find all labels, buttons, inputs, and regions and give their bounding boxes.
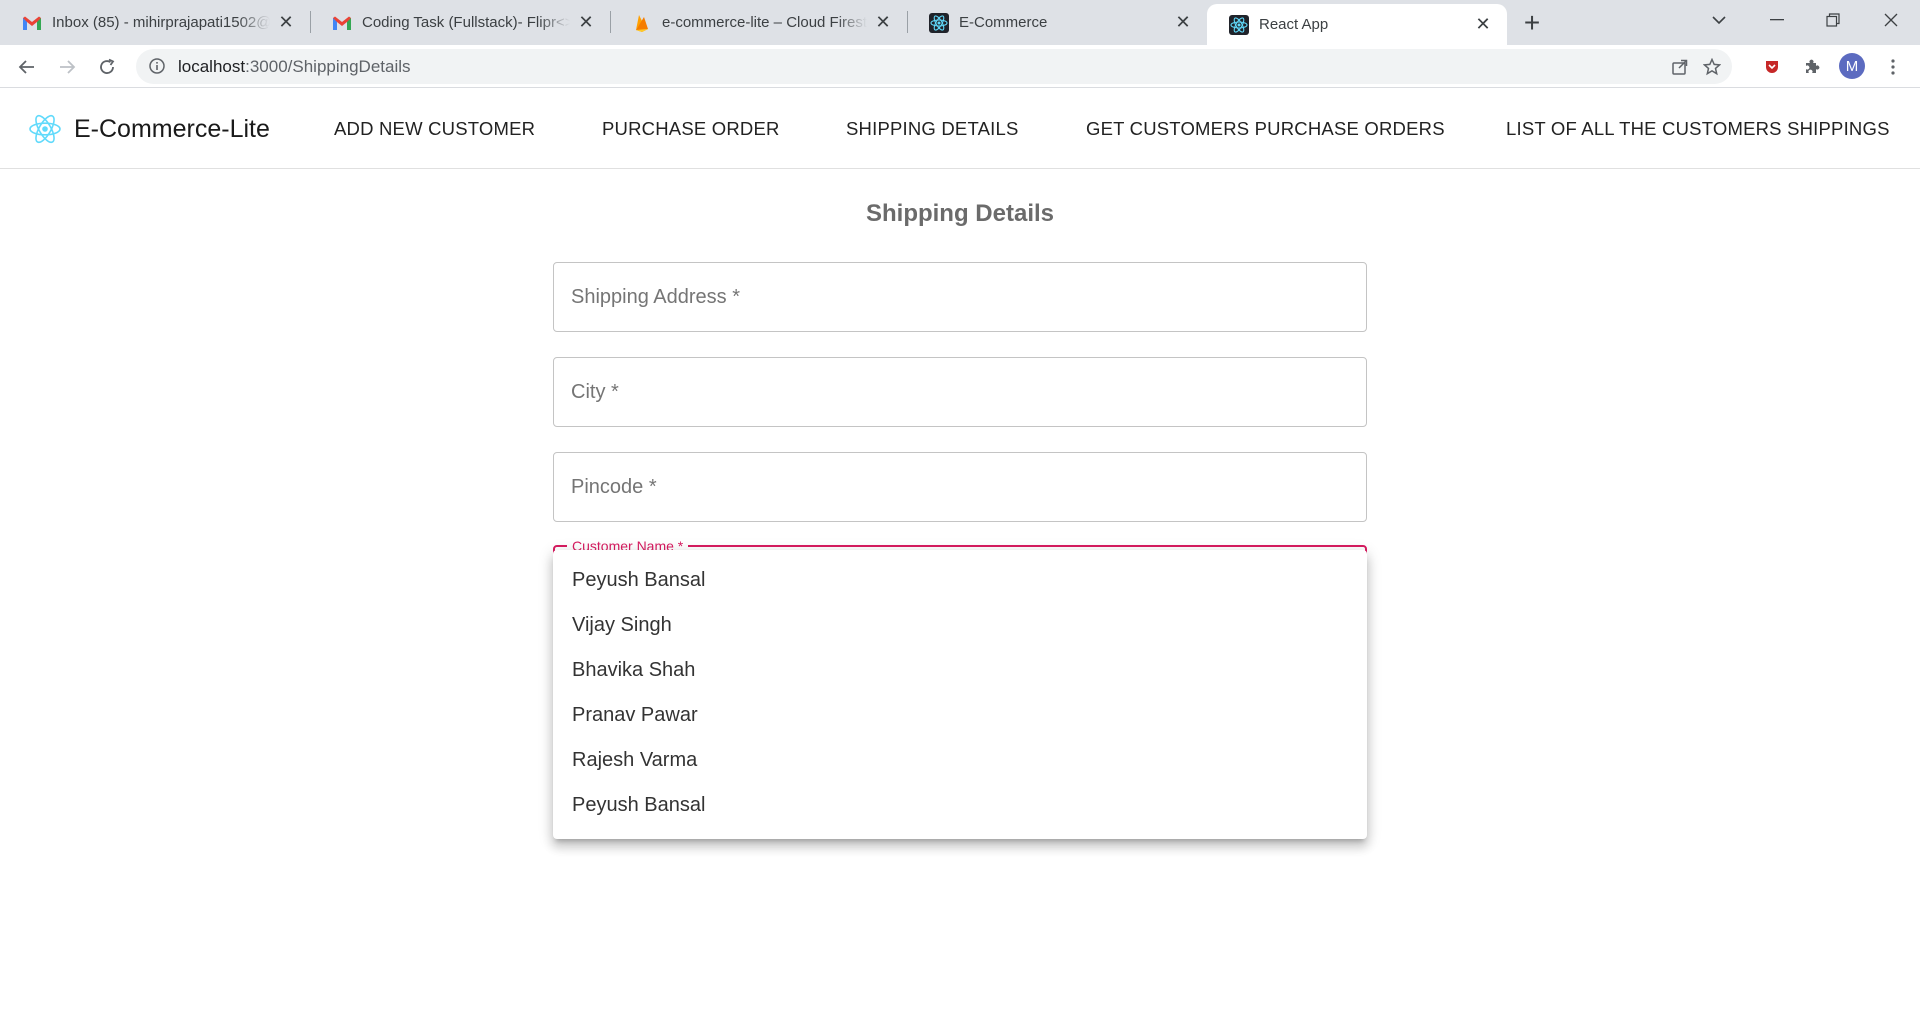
- browser-tab-ecommerce[interactable]: E-Commerce ✕: [907, 0, 1207, 45]
- browser-tab-inbox[interactable]: Inbox (85) - mihirprajapati1502@ ✕: [0, 0, 310, 45]
- customer-name-dropdown: Peyush Bansal Vijay Singh Bhavika Shah P…: [553, 550, 1367, 839]
- nav-list-customers-shippings[interactable]: LIST OF ALL THE CUSTOMERS SHIPPINGS: [1506, 89, 1890, 169]
- dropdown-option[interactable]: Vijay Singh: [553, 603, 1367, 648]
- window-close-icon[interactable]: [1866, 0, 1916, 40]
- browser-tab-coding-task[interactable]: Coding Task (Fullstack)- Flipr<> E ✕: [310, 0, 610, 45]
- browser-tab-strip: Inbox (85) - mihirprajapati1502@ ✕ Codin…: [0, 0, 1920, 45]
- page-title: Shipping Details: [865, 200, 1054, 227]
- tab-title: E-Commerce: [959, 14, 1048, 31]
- city-field[interactable]: City *: [553, 357, 1367, 427]
- url-path: :3000/ShippingDetails: [245, 57, 411, 76]
- react-logo-icon: [29, 114, 61, 144]
- brand-name: E-Commerce-Lite: [74, 114, 270, 143]
- share-icon[interactable]: [1664, 51, 1696, 83]
- url-text: localhost:3000/ShippingDetails: [178, 49, 411, 84]
- shipping-address-placeholder: Shipping Address *: [571, 286, 741, 308]
- forward-button[interactable]: [51, 51, 83, 83]
- info-icon[interactable]: [148, 57, 166, 75]
- extension-shield-icon[interactable]: [1756, 51, 1788, 83]
- close-icon[interactable]: ✕: [1473, 14, 1493, 35]
- brand[interactable]: E-Commerce-Lite: [28, 89, 270, 169]
- extensions-puzzle-icon[interactable]: [1796, 51, 1828, 83]
- menu-kebab-icon[interactable]: [1877, 51, 1909, 83]
- address-bar[interactable]: localhost:3000/ShippingDetails: [136, 49, 1732, 84]
- tab-title: e-commerce-lite – Cloud Firestor: [662, 14, 867, 31]
- restore-icon[interactable]: [1808, 0, 1858, 40]
- reload-icon: [100, 58, 115, 74]
- new-tab-button[interactable]: +: [1517, 8, 1547, 38]
- close-icon[interactable]: ✕: [576, 12, 596, 33]
- back-button[interactable]: [11, 51, 43, 83]
- tab-title: Coding Task (Fullstack)- Flipr<> E: [362, 14, 570, 31]
- dropdown-option[interactable]: Bhavika Shah: [553, 648, 1367, 693]
- dropdown-option[interactable]: Peyush Bansal: [553, 558, 1367, 603]
- minimize-icon[interactable]: [1752, 0, 1802, 40]
- close-icon[interactable]: ✕: [276, 12, 296, 33]
- nav-get-customers-purchase-orders[interactable]: GET CUSTOMERS PURCHASE ORDERS: [1086, 89, 1445, 169]
- bookmark-star-icon[interactable]: [1696, 51, 1728, 83]
- reload-button[interactable]: [91, 51, 123, 83]
- nav-add-new-customer[interactable]: ADD NEW CUSTOMER: [334, 89, 535, 169]
- app-header: E-Commerce-Lite ADD NEW CUSTOMER PURCHAS…: [0, 89, 1920, 169]
- dropdown-option[interactable]: Peyush Bansal: [553, 783, 1367, 828]
- dropdown-option[interactable]: Pranav Pawar: [553, 693, 1367, 738]
- browser-tab-react-app[interactable]: React App ✕: [1207, 4, 1507, 45]
- shipping-address-field[interactable]: Shipping Address *: [553, 262, 1367, 332]
- browser-tab-firestore[interactable]: e-commerce-lite – Cloud Firestor ✕: [610, 0, 907, 45]
- dropdown-option[interactable]: Rajesh Varma: [553, 738, 1367, 783]
- tab-title: React App: [1259, 16, 1329, 33]
- tab-title: Inbox (85) - mihirprajapati1502@: [52, 14, 270, 31]
- tab-search-icon[interactable]: [1694, 0, 1744, 40]
- firebase-icon: [632, 13, 652, 33]
- gmail-icon: [22, 13, 42, 33]
- close-icon[interactable]: ✕: [873, 12, 893, 33]
- nav-purchase-order[interactable]: PURCHASE ORDER: [602, 89, 780, 169]
- close-icon[interactable]: ✕: [1173, 12, 1193, 33]
- arrow-right-icon: [60, 60, 76, 74]
- react-icon: [1229, 14, 1249, 35]
- browser-toolbar: localhost:3000/ShippingDetails: [0, 45, 1920, 88]
- profile-avatar[interactable]: M: [1839, 53, 1865, 79]
- nav-shipping-details[interactable]: SHIPPING DETAILS: [846, 89, 1018, 169]
- url-host: localhost: [178, 57, 246, 76]
- react-icon: [929, 12, 949, 33]
- pincode-field[interactable]: Pincode *: [553, 452, 1367, 522]
- city-placeholder: City *: [571, 381, 619, 403]
- pincode-placeholder: Pincode *: [571, 476, 657, 498]
- gmail-icon: [332, 13, 352, 33]
- arrow-left-icon: [18, 60, 34, 74]
